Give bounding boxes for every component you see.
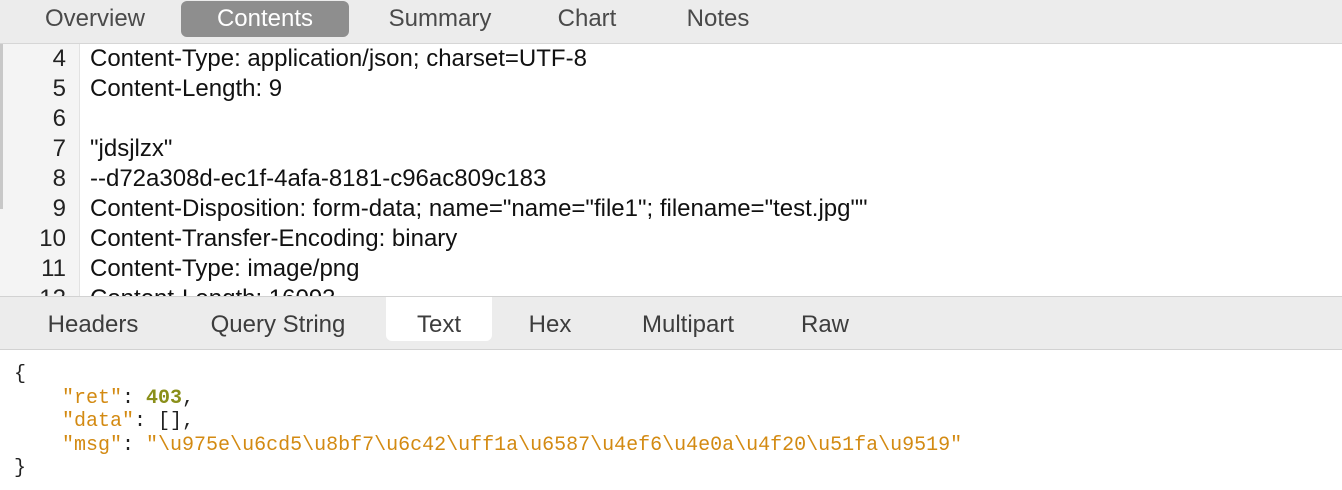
tab-raw[interactable]: Raw xyxy=(784,297,866,341)
request-line: 4 Content-Type: application/json; charse… xyxy=(0,44,1342,74)
tab-notes[interactable]: Notes xyxy=(667,1,769,37)
json-line: "data": [], xyxy=(14,410,1342,434)
json-colon: : xyxy=(122,386,147,410)
line-number: 4 xyxy=(52,45,66,72)
line-content: Content-Length: 9 xyxy=(90,75,283,102)
line-number: 6 xyxy=(52,105,66,132)
json-comma: , xyxy=(182,386,195,410)
line-content: "jdsjlzx" xyxy=(90,135,173,162)
json-value-ret: 403 xyxy=(146,386,183,410)
line-number: 12 xyxy=(0,284,66,296)
line-number: 10 xyxy=(39,225,66,252)
line-content: Content-Type: application/json; charset=… xyxy=(90,45,587,72)
request-line: 7 "jdsjlzx" xyxy=(0,134,1342,164)
json-comma: , xyxy=(182,410,195,433)
json-key-ret: "ret" xyxy=(62,386,123,410)
tab-headers[interactable]: Headers xyxy=(24,297,162,341)
tab-multipart[interactable]: Multipart xyxy=(620,297,756,341)
request-line: 9 Content-Disposition: form-data; name="… xyxy=(0,194,1342,224)
json-colon: : xyxy=(134,410,159,433)
json-line: } xyxy=(14,457,1342,481)
request-line: 8 --d72a308d-ec1f-4afa-8181-c96ac809c183 xyxy=(0,164,1342,194)
json-key-msg: "msg" xyxy=(62,433,123,457)
tab-overview[interactable]: Overview xyxy=(26,1,164,37)
request-line: 12 Content-Length: 16093 xyxy=(0,284,1342,296)
tab-query-string[interactable]: Query String xyxy=(190,297,366,341)
line-content: Content-Disposition: form-data; name="na… xyxy=(90,195,868,222)
json-key-data: "data" xyxy=(62,410,135,433)
request-body-pane[interactable]: 4 Content-Type: application/json; charse… xyxy=(0,44,1342,296)
json-line: "ret": 403, xyxy=(14,387,1342,411)
json-colon: : xyxy=(122,433,147,457)
request-line: 11 Content-Type: image/png xyxy=(0,254,1342,284)
request-line: 5 Content-Length: 9 xyxy=(0,74,1342,104)
json-close-brace: } xyxy=(14,457,27,480)
json-value-data: [] xyxy=(158,410,183,433)
json-line: { xyxy=(14,363,1342,387)
json-line: "msg": "\u975e\u6cd5\u8bf7\u6c42\uff1a\u… xyxy=(14,434,1342,458)
request-line: 10 Content-Transfer-Encoding: binary xyxy=(0,224,1342,254)
request-line: 6 xyxy=(0,104,1342,134)
tab-text[interactable]: Text xyxy=(386,297,492,341)
line-content: Content-Transfer-Encoding: binary xyxy=(90,225,458,252)
json-value-msg: "\u975e\u6cd5\u8bf7\u6c42\uff1a\u6587\u4… xyxy=(146,433,963,457)
pane-divider xyxy=(0,44,3,209)
line-content: --d72a308d-ec1f-4afa-8181-c96ac809c183 xyxy=(90,165,547,192)
response-text-pane[interactable]: { "ret": 403, "data": [], "msg": "\u975e… xyxy=(0,351,1342,490)
line-content: Content-Type: image/png xyxy=(90,255,360,282)
line-number: 11 xyxy=(41,255,66,282)
line-number: 8 xyxy=(52,165,66,192)
top-tab-bar: Overview Contents Summary Chart Notes xyxy=(0,0,1342,44)
bottom-tab-bar: Headers Query String Text Hex Multipart … xyxy=(0,296,1342,350)
line-number: 9 xyxy=(52,195,66,222)
json-open-brace: { xyxy=(14,363,27,386)
tab-contents[interactable]: Contents xyxy=(181,1,349,37)
line-number: 5 xyxy=(52,75,66,102)
tab-chart[interactable]: Chart xyxy=(538,1,636,37)
line-number: 7 xyxy=(52,135,66,162)
tab-summary[interactable]: Summary xyxy=(368,1,512,37)
line-content: Content-Length: 16093 xyxy=(90,284,336,296)
tab-hex[interactable]: Hex xyxy=(508,297,592,341)
